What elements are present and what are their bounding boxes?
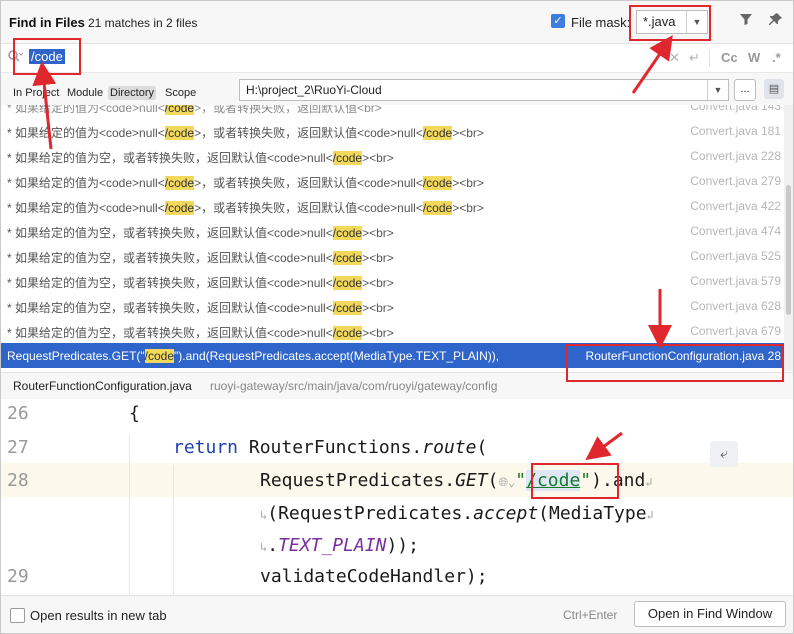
- find-in-files-dialog: Find in Files 21 matches in 2 files ✓ Fi…: [0, 0, 794, 634]
- annotation-arrows: [32, 35, 673, 461]
